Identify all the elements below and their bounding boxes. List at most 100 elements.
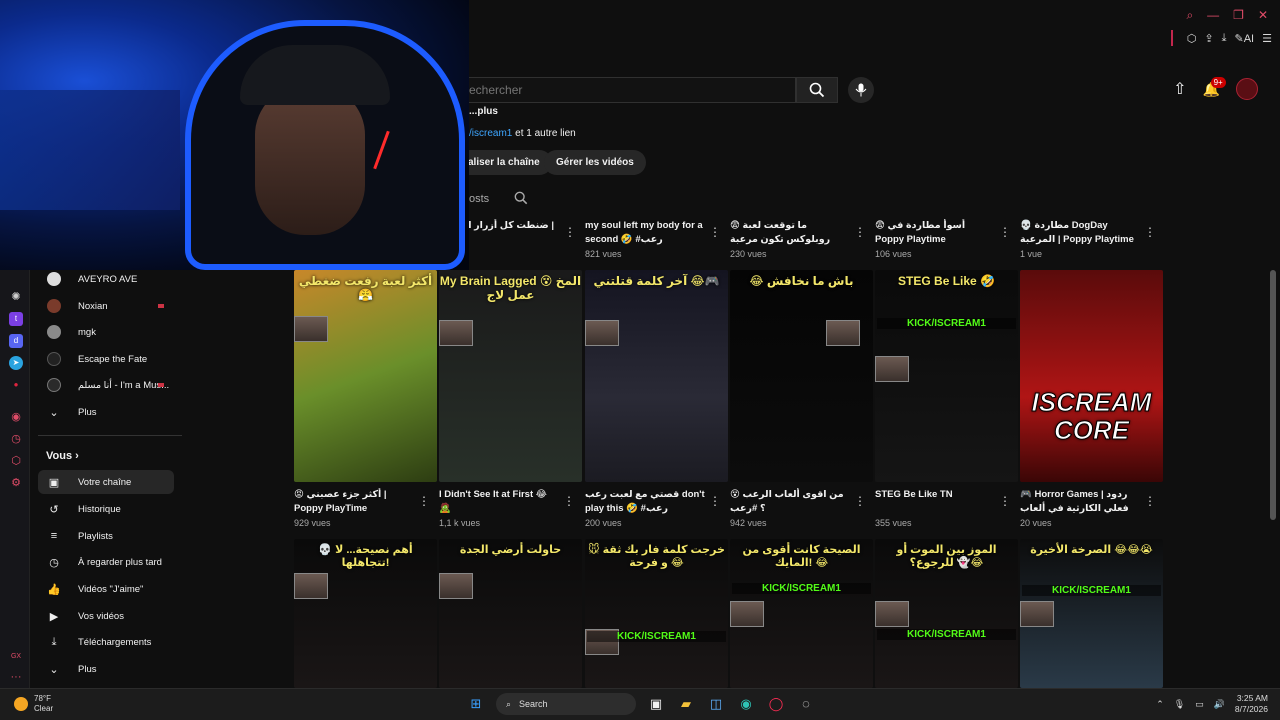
sidebar-sub-im-a-muslim[interactable]: أنا مسلم - I'm a Mus...: [38, 373, 174, 397]
more-actions-icon[interactable]: ⋮: [999, 494, 1011, 508]
customize-channel-button[interactable]: aliser la chaîne: [456, 150, 552, 175]
more-actions-icon[interactable]: ⋮: [564, 225, 576, 239]
edge-icon[interactable]: ◉: [736, 694, 756, 714]
minimize-icon[interactable]: —: [1207, 8, 1219, 23]
windows-start-icon[interactable]: ⊞: [466, 694, 486, 714]
video-thumbnail[interactable]: STEG Be Like 🤣 KICK/ISCREAM1: [875, 270, 1018, 482]
search-input[interactable]: [431, 78, 795, 102]
more-actions-icon[interactable]: ⋮: [854, 225, 866, 239]
weather-widget[interactable]: 78°F Clear: [14, 694, 53, 714]
video-thumbnail[interactable]: حاولت أرضي الجدة: [439, 539, 582, 688]
maximize-icon[interactable]: ❐: [1233, 8, 1244, 23]
voice-search-button[interactable]: [848, 77, 874, 103]
avatar[interactable]: [1236, 78, 1258, 100]
history-rail-icon[interactable]: ◷: [9, 432, 23, 446]
video-thumbnail[interactable]: 💀 أهم نصيحة... لا تتجاهلها!: [294, 539, 437, 688]
video-title-block[interactable]: 😨 أسوأ مطاردة في Poppy Playtime 106 vues: [875, 219, 995, 261]
video-thumbnail[interactable]: 😂 باش ما نخافش: [730, 270, 873, 482]
sidebar-sub-mgk[interactable]: mgk: [38, 320, 174, 344]
sidebar-you-heading[interactable]: Vous ›: [46, 450, 79, 462]
video-title-block[interactable]: STEG Be Like TN 355 vues: [875, 488, 995, 530]
sidebar-sub-noxian[interactable]: Noxian: [38, 294, 174, 318]
telegram-icon[interactable]: ➤: [9, 356, 23, 370]
facecam-thumbnail: [439, 320, 473, 346]
download-icon[interactable]: ⤓: [1222, 32, 1227, 45]
more-actions-icon[interactable]: ⋮: [1144, 494, 1156, 508]
more-actions-icon[interactable]: ⋮: [999, 225, 1011, 239]
store-icon[interactable]: ◫: [706, 694, 726, 714]
more-actions-icon[interactable]: ⋮: [1144, 225, 1156, 239]
extensions-icon[interactable]: ⬡: [9, 454, 23, 468]
twitch-icon[interactable]: t: [9, 312, 23, 326]
channel-link[interactable]: /iscream1: [469, 128, 512, 139]
video-thumbnail[interactable]: آخر كلمة قتلتني 😂🎮: [585, 270, 728, 482]
video-title-block[interactable]: my soul left my body for a second 🤣 #رعب…: [585, 219, 705, 261]
video-title-block[interactable]: 😵 من اقوى ألعاب الرعب ؟ #رعب 942 vues: [730, 488, 850, 530]
microphone-icon[interactable]: 🎙: [1174, 699, 1185, 710]
more-actions-icon[interactable]: ⋮: [854, 494, 866, 508]
video-thumbnail[interactable]: أكثر لعبة رفعت ضغطي 😤: [294, 270, 437, 482]
manage-videos-button[interactable]: Gérer les vidéos: [544, 150, 646, 175]
tab-posts[interactable]: osts: [469, 193, 489, 205]
sidebar-sub-aveyro[interactable]: AVEYRO AVE: [38, 267, 174, 291]
taskbar-search[interactable]: ⌕ Search: [496, 693, 636, 715]
youtube-music-icon[interactable]: ●: [9, 378, 23, 392]
browser-toolbar: ⬡ ⇪ ⤓ ✎AI ☰: [1170, 30, 1272, 46]
search-button[interactable]: [796, 77, 838, 103]
channel-search-button[interactable]: [514, 191, 528, 210]
upload-icon[interactable]: ⇧: [1173, 79, 1186, 99]
video-title-block[interactable]: قصتي مع لعبت رعب don't play this 🤣 #رعب 2…: [585, 488, 705, 530]
close-icon[interactable]: ✕: [1258, 8, 1268, 23]
video-thumbnail[interactable]: الموز بين الموت أو للرجوع؟ 👻😂 KICK/ISCREA…: [875, 539, 1018, 688]
video-thumbnail[interactable]: الصيحة كانت أقوى من المايك! 😂 KICK/ISCREA…: [730, 539, 873, 688]
video-title-block[interactable]: 😡 أكثر جزء عصبني | Poppy PlayTime 929 vue…: [294, 488, 414, 530]
sidebar-item-playlists[interactable]: ≡ Playlists: [38, 524, 174, 548]
video-title-block[interactable]: I Didn't See It at First 😂 🧟 1,1 k vues: [439, 488, 559, 530]
sidebar-item-downloads[interactable]: ⤓ Téléchargements: [38, 630, 174, 654]
ai-icon[interactable]: ✎AI: [1235, 32, 1255, 45]
more-actions-icon[interactable]: ⋮: [709, 225, 721, 239]
chevron-up-icon[interactable]: ⌃: [1156, 699, 1164, 710]
avatar: [47, 352, 61, 366]
chatgpt-icon[interactable]: ✺: [9, 290, 23, 304]
video-thumbnail[interactable]: 🐭 خرجت كلمة فار بك ثقة و فرحة 😂 KICK/ISCR…: [585, 539, 728, 688]
more-icon[interactable]: ···: [9, 670, 23, 684]
kick-watermark: KICK/ISCREAM1: [877, 629, 1016, 640]
video-thumbnail[interactable]: الصرخة الأخيرة 😂😂😭 KICK/ISCREAM1: [1020, 539, 1163, 688]
sidebar-item-your-videos[interactable]: ▶ Vos vidéos: [38, 604, 174, 628]
video-title-block[interactable]: 💀 مطاردة DogDay المرعبة | Poppy Playtime…: [1020, 219, 1140, 261]
sidebar-subs-more[interactable]: ⌄ Plus: [38, 400, 174, 424]
player-icon[interactable]: ◉: [9, 410, 23, 424]
sidebar-item-history[interactable]: ↺ Historique: [38, 497, 174, 521]
more-actions-icon[interactable]: ⋮: [563, 494, 575, 508]
settings-icon[interactable]: ⚙: [9, 476, 23, 490]
video-thumbnail[interactable]: My Brain Lagged 😵 المخ عمل لاج: [439, 270, 582, 482]
scrollbar[interactable]: [1270, 270, 1276, 520]
sidebar-item-liked-videos[interactable]: 👍 Vidéos "J'aime": [38, 577, 174, 601]
network-icon[interactable]: ▭: [1195, 699, 1204, 710]
sidebar-item-your-channel[interactable]: ▣ Votre chaîne: [38, 470, 174, 494]
video-views: 230 vues: [730, 249, 767, 259]
clock[interactable]: 3:25 AM 8/7/2026: [1235, 693, 1268, 715]
discord-icon[interactable]: d: [9, 334, 23, 348]
sidebar-item-more[interactable]: ⌄ Plus: [38, 657, 174, 681]
more-actions-icon[interactable]: ⋮: [418, 494, 430, 508]
task-view-icon[interactable]: ▣: [646, 694, 666, 714]
snapshot-icon[interactable]: ⬡: [1187, 32, 1197, 45]
file-explorer-icon[interactable]: ▰: [676, 694, 696, 714]
video-thumbnail[interactable]: ISCREAM CORE: [1020, 270, 1163, 482]
sidebar-sub-escape-the-fate[interactable]: Escape the Fate: [38, 347, 174, 371]
sidebar-item-watch-later[interactable]: ◷ À regarder plus tard: [38, 550, 174, 574]
opera-gx-icon[interactable]: ◯: [766, 694, 786, 714]
obs-icon[interactable]: ◌: [796, 694, 816, 714]
gx-icon[interactable]: GX: [9, 650, 23, 664]
video-title-block[interactable]: 🎮 Horror Games | ردود فعلي الكارثية في أ…: [1020, 488, 1140, 530]
video-title-block[interactable]: 😨 ما توقعت لعبة روبلوكس تكون مرعبة لهالد…: [730, 219, 850, 261]
search-tabs-icon[interactable]: ⌕: [1186, 8, 1193, 23]
more-actions-icon[interactable]: ⋮: [709, 494, 721, 508]
volume-icon[interactable]: 🔊: [1214, 699, 1225, 710]
description-more-link[interactable]: ...plus: [469, 106, 498, 117]
share-icon[interactable]: ⇪: [1204, 32, 1213, 45]
easy-setup-icon[interactable]: ☰: [1262, 32, 1272, 45]
notifications-button[interactable]: 🔔 9+: [1203, 76, 1226, 98]
